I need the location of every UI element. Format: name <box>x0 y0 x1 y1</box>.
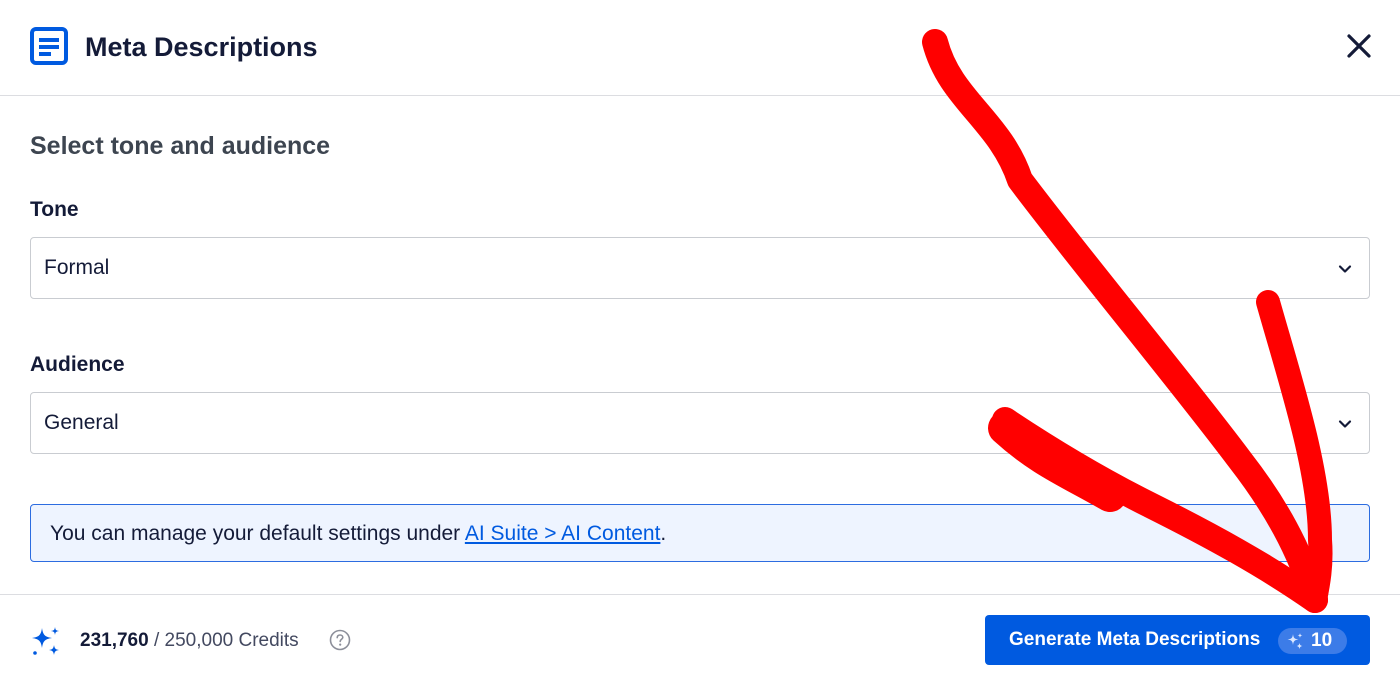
audience-select[interactable]: General <box>30 392 1370 454</box>
close-icon[interactable] <box>1343 30 1375 62</box>
red-arrow-annotation <box>922 29 1333 613</box>
modal-header: Meta Descriptions <box>0 0 1400 96</box>
generate-button-label: Generate Meta Descriptions <box>1009 629 1261 650</box>
sparkles-icon <box>32 627 59 655</box>
chevron-down-icon <box>1338 265 1352 273</box>
notice-text-after: . <box>660 522 667 545</box>
credits-counter: 231,760 / 250,000 Credits <box>80 629 299 653</box>
notice-text: You can manage your default settings und… <box>50 521 666 547</box>
tone-label: Tone <box>30 198 79 221</box>
settings-notice: You can manage your default settings und… <box>30 504 1370 562</box>
document-lines-icon <box>30 27 68 65</box>
ai-content-settings-link[interactable]: AI Suite > AI Content <box>465 522 661 545</box>
notice-text-before: You can manage your default settings und… <box>50 522 465 545</box>
generate-meta-descriptions-button[interactable]: Generate Meta Descriptions 10 <box>985 615 1370 665</box>
help-icon[interactable] <box>329 629 351 651</box>
credit-cost-badge: 10 <box>1278 628 1347 654</box>
chevron-down-icon <box>1338 420 1352 428</box>
tone-select-value: Formal <box>44 256 110 279</box>
credits-used: 231,760 <box>80 630 149 651</box>
modal-title: Meta Descriptions <box>85 32 318 62</box>
sparkles-icon <box>1287 633 1303 649</box>
section-title: Select tone and audience <box>30 132 331 160</box>
credit-cost-count: 10 <box>1311 630 1333 651</box>
credits-total: / 250,000 Credits <box>148 630 299 651</box>
audience-label: Audience <box>30 353 125 376</box>
modal-footer: 231,760 / 250,000 Credits Generate Meta … <box>0 594 1400 681</box>
audience-select-value: General <box>44 411 119 434</box>
tone-select[interactable]: Formal <box>30 237 1370 299</box>
